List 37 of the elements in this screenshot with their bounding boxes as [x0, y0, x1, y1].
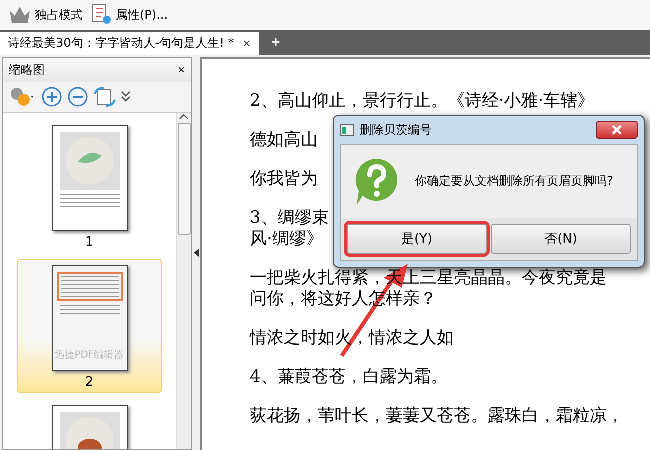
panel-title: 缩略图 [9, 62, 45, 78]
watermark-text: 迅捷PDF编辑器 [54, 348, 124, 362]
dialog-message: 你确定要从文档删除所有页眉页脚吗? [415, 173, 614, 190]
document-text: 风·绸缪》 [250, 229, 324, 250]
document-text: 2、高山仰止，景行行止。《诗经·小雅·车辖》 [250, 91, 595, 112]
dialog-button[interactable]: 否(N) [491, 224, 631, 254]
zoom-in-icon[interactable] [41, 86, 63, 108]
document-text: 德如高山 [250, 130, 318, 151]
page-number: 2 [85, 375, 94, 390]
document-text: 3、绸缪束 [250, 208, 329, 229]
dialog-title: 删除贝茨编号 [360, 122, 432, 138]
document-tab[interactable]: 诗经最美30句：字字皆动人-句句是人生! * × [0, 32, 260, 55]
tab-title: 诗经最美30句：字字皆动人-句句是人生! * [8, 35, 234, 52]
document-text: 情浓之时如火，情浓之人如 [250, 328, 454, 349]
close-button[interactable]: × [178, 63, 185, 77]
collapse-arrow-icon[interactable] [194, 248, 198, 256]
toolbar-button[interactable]: 独占模式 [6, 5, 85, 25]
close-icon [612, 125, 622, 135]
zoom-out-icon[interactable] [67, 86, 89, 108]
dialog-button[interactable]: 是(Y) [347, 224, 487, 254]
rotate-icon[interactable] [93, 86, 117, 108]
page-number: 1 [85, 235, 94, 250]
toolbar-button[interactable]: 属性(P)... [89, 4, 170, 26]
properties-icon [91, 4, 113, 26]
chevron-double-down-icon[interactable] [121, 91, 131, 103]
settings-icon[interactable] [9, 86, 37, 108]
new-tab-button[interactable]: + [265, 33, 286, 52]
page-thumbnail-item[interactable]: 迅捷PDF编辑器 2 [17, 259, 162, 393]
page-thumbnail-item[interactable]: 1 [17, 119, 162, 253]
document-text: 荻花扬，苇叶长，萋萋又苍苍。露珠白，霜粒凉， [250, 406, 624, 427]
document-text: 4、蒹葭苍苍，白露为霜。 [250, 367, 448, 388]
window-icon [340, 124, 354, 136]
scrollbar[interactable] [176, 113, 191, 449]
crown-icon [8, 5, 32, 25]
document-text: 你我皆为 [250, 169, 318, 190]
close-icon[interactable]: × [242, 37, 252, 50]
close-button[interactable] [596, 121, 638, 139]
